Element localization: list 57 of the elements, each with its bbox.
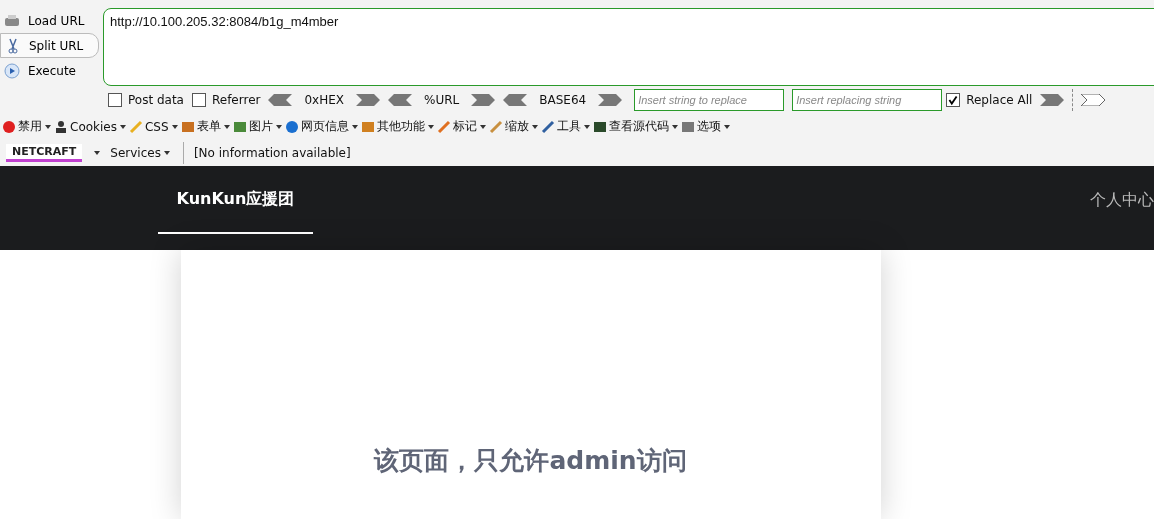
caret-icon <box>45 124 51 129</box>
right-arrow-button[interactable] <box>598 94 623 106</box>
caret-icon <box>531 124 538 129</box>
toolbar-menu[interactable]: CSS <box>129 119 181 134</box>
caret-icon <box>223 124 230 129</box>
caret-icon <box>723 124 730 129</box>
nav-tab[interactable]: KunKun应援团 <box>158 166 313 234</box>
right-arrow-button[interactable] <box>1081 94 1106 106</box>
toolbar-menu[interactable]: 标记 <box>436 118 489 135</box>
play-icon <box>4 62 20 79</box>
url-action-button[interactable]: Execute <box>0 58 99 83</box>
printer-icon <box>4 12 20 29</box>
left-arrow-button[interactable] <box>388 94 412 106</box>
left-arrow-button[interactable] <box>503 94 528 106</box>
status-text: [No information available] <box>193 145 351 160</box>
find-field[interactable]: Insert string to replace <box>634 89 785 111</box>
caret-icon <box>671 124 678 129</box>
toolbar-menu[interactable]: 工具 <box>540 118 593 135</box>
caret-icon <box>427 124 434 129</box>
url-action-button[interactable]: Load URL <box>0 8 99 33</box>
toolbar-menu[interactable]: 禁用 <box>2 118 54 135</box>
caret-icon <box>351 124 358 129</box>
url-action-button[interactable]: Split URL <box>0 33 99 58</box>
caret-icon <box>583 124 590 129</box>
nav-link[interactable]: 个人中心 <box>1090 166 1154 234</box>
toolbar-menu[interactable]: 缩放 <box>488 118 541 135</box>
caret-icon <box>275 124 282 129</box>
replace-all-checkbox[interactable]: Replace All <box>946 93 1033 107</box>
replace-field[interactable]: Insert replacing string <box>792 89 943 111</box>
caret-icon <box>120 124 126 129</box>
encoder-label: %URL <box>423 93 461 107</box>
option-checkbox[interactable]: Referrer <box>191 93 261 107</box>
caret-icon <box>171 124 178 129</box>
check-icon <box>947 94 960 106</box>
person-icon <box>54 119 68 134</box>
scissors-icon <box>5 37 21 54</box>
netcraft-logo[interactable]: NETCRAFT <box>6 143 83 162</box>
toolbar-menu[interactable]: 选项 <box>680 118 733 135</box>
caret-icon <box>479 124 486 129</box>
toolbar-menu[interactable]: 查看源代码 <box>592 118 681 135</box>
option-checkbox[interactable]: Post data <box>108 93 184 107</box>
right-arrow-button[interactable] <box>356 94 380 106</box>
right-arrow-button[interactable] <box>1040 94 1065 106</box>
toolbar-menu[interactable]: 其他功能 <box>360 118 437 135</box>
caret-icon[interactable] <box>94 150 101 155</box>
toolbar-menu[interactable]: 网页信息 <box>284 118 361 135</box>
url-field[interactable]: http://10.100.205.32:8084/b1g_m4mber <box>103 8 1154 86</box>
services-menu[interactable]: Services <box>110 145 173 160</box>
access-message: 该页面，只允许admin访问 <box>374 445 687 477</box>
toolbar-menu[interactable]: 图片 <box>232 118 285 135</box>
toolbar-menu[interactable]: 表单 <box>180 118 233 135</box>
caret-icon <box>163 150 170 155</box>
toolbar-menu[interactable]: Cookies <box>54 119 129 134</box>
encoder-label: BASE64 <box>538 93 588 107</box>
encoder-label: 0xHEX <box>303 93 345 107</box>
left-arrow-button[interactable] <box>268 94 293 106</box>
right-arrow-button[interactable] <box>471 94 496 106</box>
